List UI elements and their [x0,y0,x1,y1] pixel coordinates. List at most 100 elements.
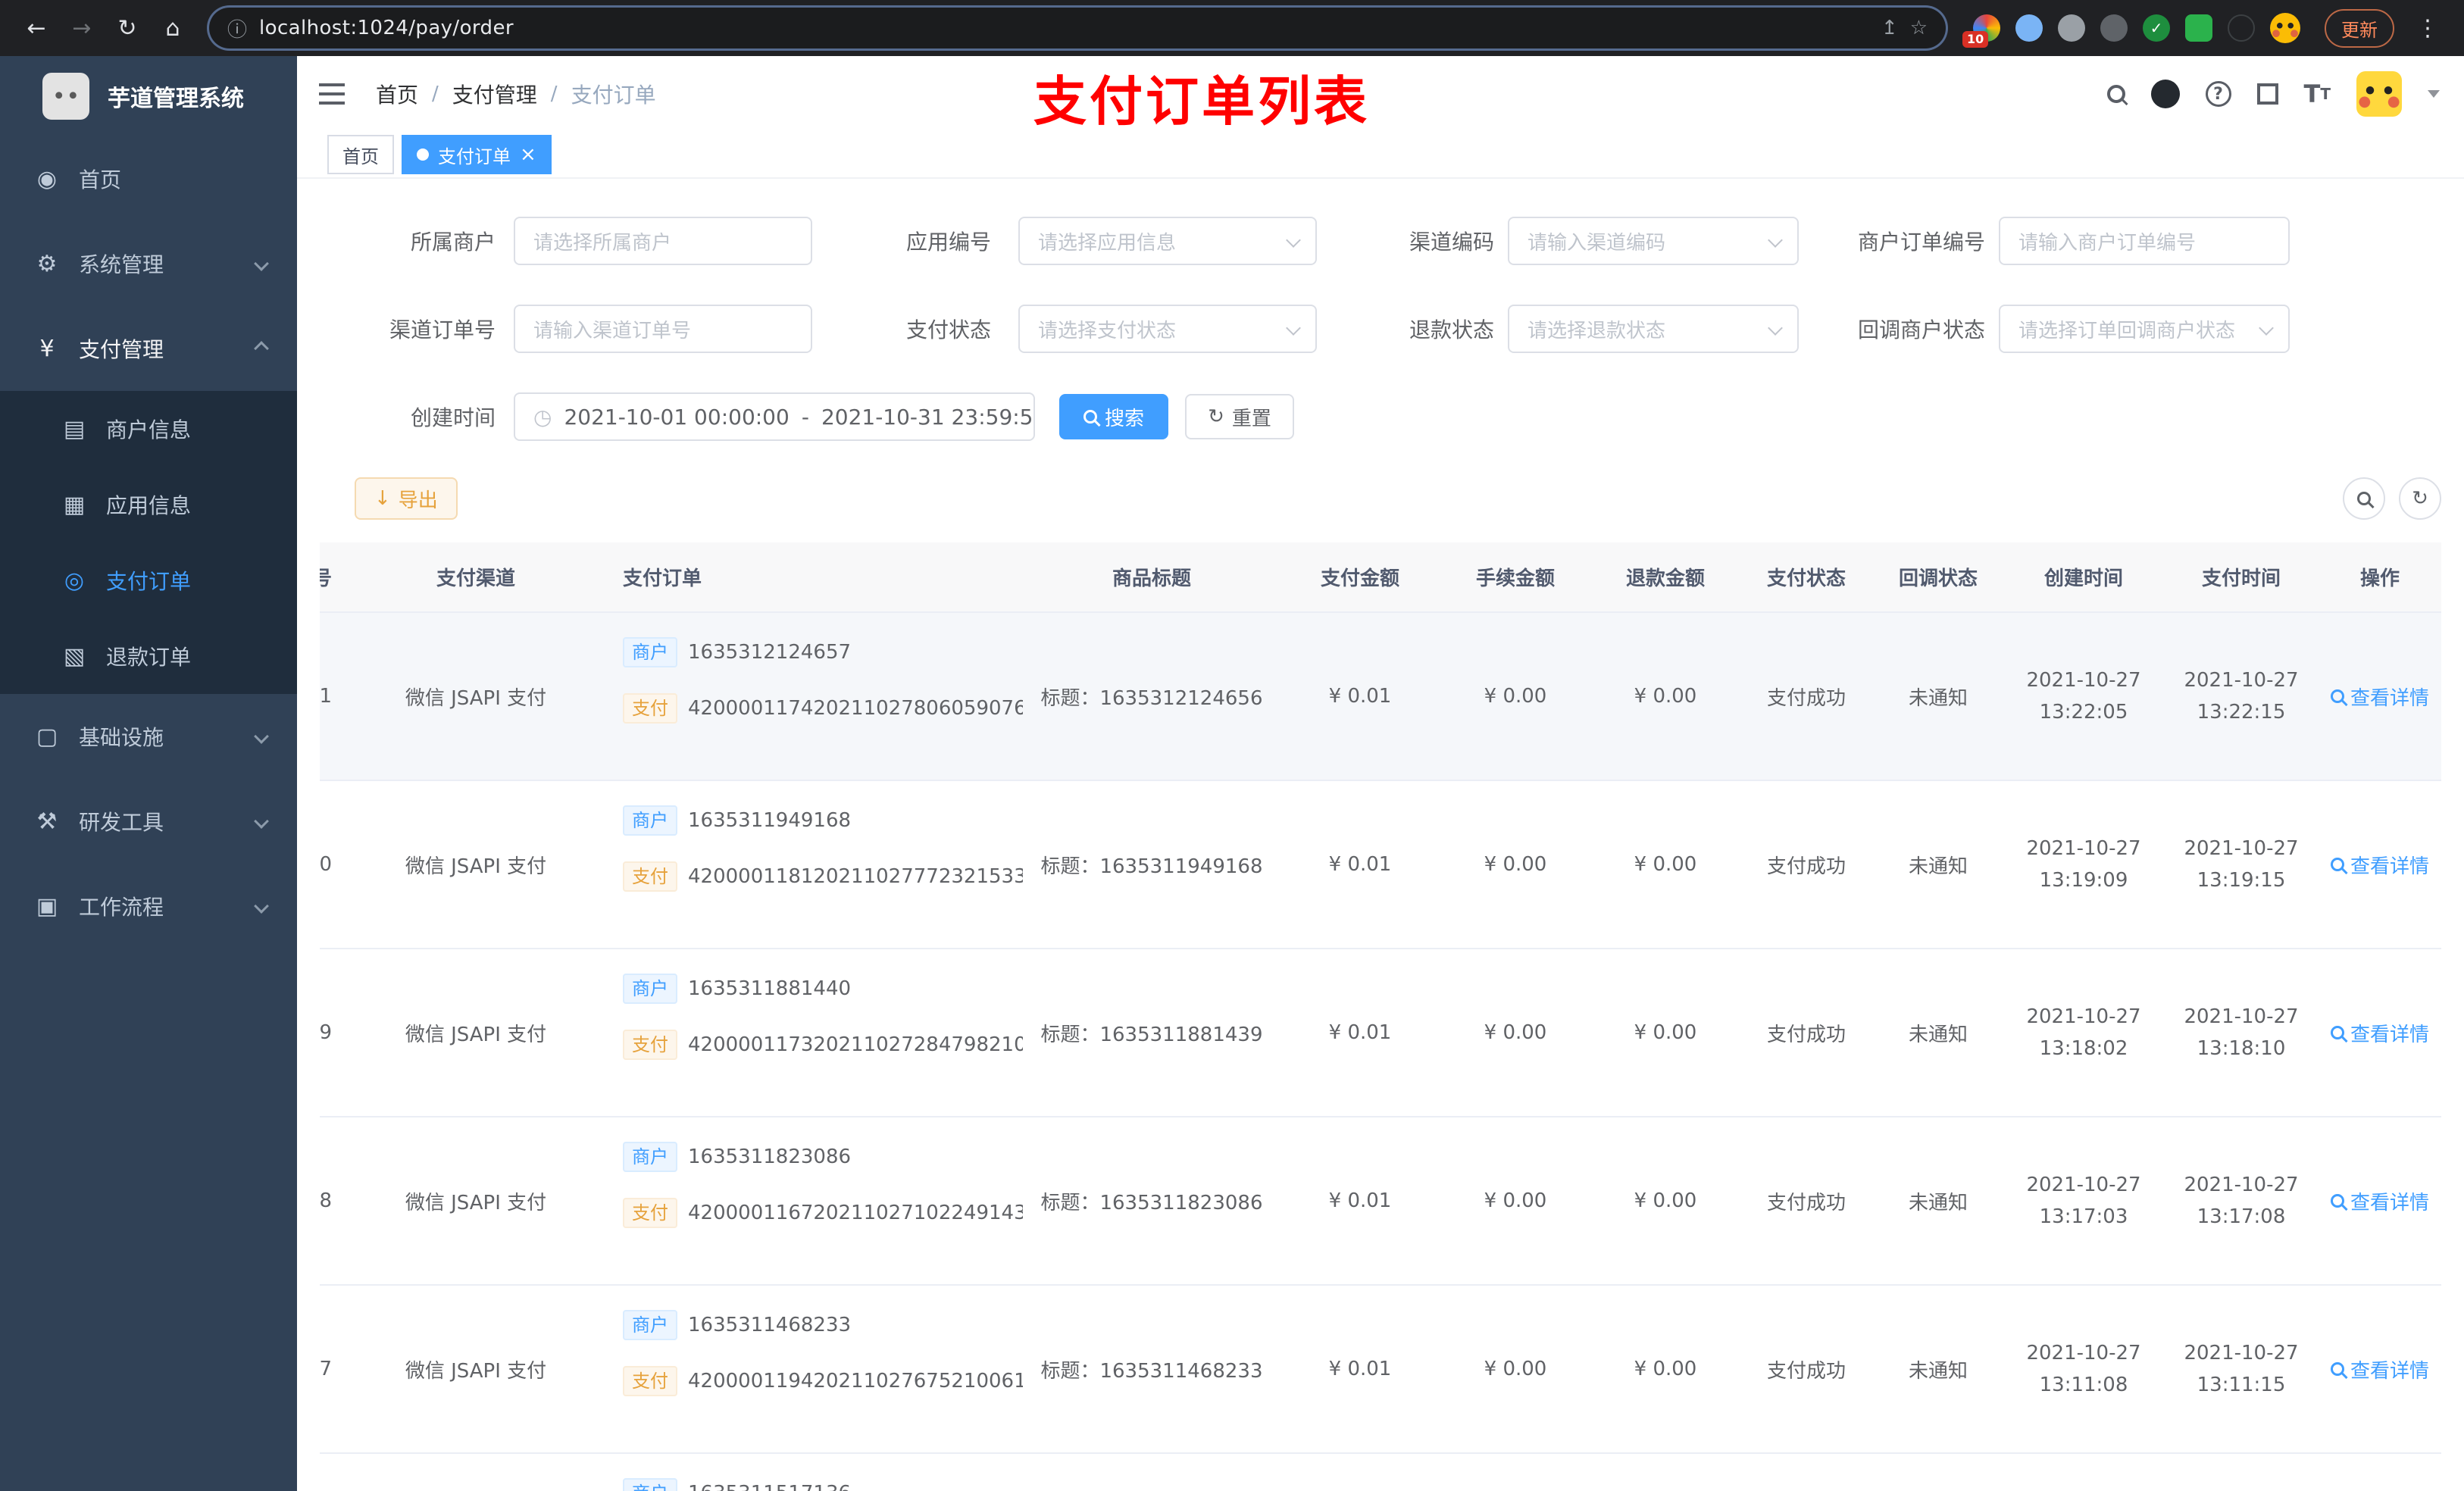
tag-home[interactable]: 首页 [327,135,394,174]
sidebar: 芋道管理系统 ◉ 首页 ⚙ 系统管理 ¥ 支付管理 ▤ 商户信息 ▦ 应用信息 ◎ 支付订单 ▧ 退款订单… [0,56,297,1491]
cell-refund: ¥ 0.00 [1591,780,1740,949]
sidebar-item-工作流程[interactable]: ▣ 工作流程 [0,864,297,949]
update-button[interactable]: 更新 [2325,8,2394,48]
cell-paid: 2021-10-27 13:19:15 [2164,780,2319,949]
site-info-icon[interactable]: ⓘ [227,14,247,42]
cell-channel: 微信 JSAPI 支付 [353,1117,599,1286]
gear-icon: ⚙ [36,250,58,277]
filter-item: 回调商户状态 请选择订单回调商户状态 [1799,305,2290,353]
extension-icon[interactable] [2185,14,2212,42]
home-button[interactable]: ⌂ [152,7,194,49]
view-detail-link[interactable]: 查看详情 [2330,851,2429,879]
navbar-actions: ? TT [2106,71,2440,117]
sidebar-item-支付管理[interactable]: ¥ 支付管理 [0,306,297,391]
pay-status-select[interactable]: 请选择支付状态 [1018,305,1317,353]
sidebar-item-研发工具[interactable]: ⚒ 研发工具 [0,779,297,864]
extension-badge: 10 [1962,31,1989,48]
column-header: 回调状态 [1873,542,2003,613]
cell-refund [1591,1453,1740,1491]
date-end: 2021-10-31 23:59:59 [821,404,1035,430]
toggle-search-button[interactable] [2343,477,2385,520]
sidebar-item-支付订单[interactable]: ◎ 支付订单 [0,542,297,618]
view-detail-link[interactable]: 查看详情 [2330,1019,2429,1047]
collapse-menu-icon[interactable] [297,56,367,132]
cell-fee [1440,1453,1591,1491]
sidebar-item-label: 商户信息 [106,417,192,442]
browser-menu-icon[interactable]: ⋮ [2406,7,2449,49]
filter-row-1: 所属商户 请选择所属商户 应用编号 请选择应用信息 渠道编码 请输入渠道编码 商户订单编号 请… [297,217,2464,265]
merchant-field[interactable]: 请选择所属商户 [514,217,812,265]
back-button[interactable]: ← [15,7,58,49]
pay-tag: 支付 [623,693,677,724]
search-button[interactable]: 搜索 [1059,394,1168,439]
extension-icon[interactable] [2058,14,2085,42]
view-detail-link[interactable]: 查看详情 [2330,683,2429,711]
sidebar-item-商户信息[interactable]: ▤ 商户信息 [0,391,297,467]
reload-button[interactable]: ↻ [106,7,149,49]
export-button[interactable]: ↓ 导出 [355,477,458,520]
notify-status-select[interactable]: 请选择订单回调商户状态 [1999,305,2290,353]
cell-refund: ¥ 0.00 [1591,1285,1740,1454]
forward-button[interactable]: → [61,7,103,49]
app-no-select[interactable]: 请选择应用信息 [1018,217,1317,265]
extension-icon[interactable]: 10 [1962,14,2000,48]
url-bar[interactable]: ⓘ localhost:1024/pay/order ↥ ☆ [209,8,1946,48]
table-header-row: 编号支付渠道支付订单商品标题支付金额手续金额退款金额支付状态回调状态创建时间支付… [320,542,2441,613]
extension-icon[interactable] [2228,14,2255,42]
view-detail-link[interactable]: 查看详情 [2330,1355,2429,1383]
github-icon[interactable] [2150,80,2180,108]
cell-notify: 未通知 [1873,1117,2003,1286]
sidebar-item-label: 支付管理 [79,337,164,362]
profile-avatar[interactable] [2270,13,2300,43]
tag-pay-order[interactable]: 支付订单 × [402,135,552,174]
table-row: 16 商户 1635311517136 [320,1453,2441,1491]
sidebar-item-label: 系统管理 [79,252,164,277]
help-icon[interactable]: ? [2205,81,2231,107]
cell-status: 支付成功 [1740,1117,1873,1286]
annotation-overlay: 支付订单列表 [1033,70,1370,133]
cell-notify: 未通知 [1873,780,2003,949]
merchant-card-icon: ▤ [63,415,86,442]
channel-code-select[interactable]: 请输入渠道编码 [1508,217,1799,265]
dev-tools-icon: ⚒ [36,808,58,835]
column-header: 支付订单 [599,542,1023,613]
cell-notify: 未通知 [1873,612,2003,781]
channel-order-no-input[interactable]: 请输入渠道订单号 [514,305,812,353]
refresh-table-button[interactable]: ↻ [2399,477,2441,520]
user-caret-icon[interactable] [2428,90,2440,98]
placeholder-text: 请输入渠道订单号 [533,319,692,342]
merchant-order-no-input[interactable]: 请输入商户订单编号 [1999,217,2290,265]
breadcrumb-pay-manage[interactable]: 支付管理 [452,79,537,109]
cell-channel: 微信 JSAPI 支付 [353,780,599,949]
pay-tag: 支付 [623,1366,677,1396]
dashboard-icon: ◉ [36,165,58,192]
reset-button[interactable]: ↻ 重置 [1185,394,1294,439]
cell-notify: 未通知 [1873,1285,2003,1454]
breadcrumb-home[interactable]: 首页 [376,79,418,109]
extension-icon[interactable] [2015,14,2043,42]
user-avatar[interactable] [2356,71,2402,117]
view-detail-link[interactable]: 查看详情 [2330,1187,2429,1215]
refund-status-select[interactable]: 请选择退款状态 [1508,305,1799,353]
search-icon[interactable] [2106,85,2125,103]
font-size-icon[interactable]: TT [2304,80,2331,108]
logo[interactable]: 芋道管理系统 [0,56,297,136]
extension-icon[interactable]: ✓ [2143,14,2170,42]
sidebar-item-应用信息[interactable]: ▦ 应用信息 [0,467,297,542]
extension-icon[interactable] [2100,14,2128,42]
sidebar-item-首页[interactable]: ◉ 首页 [0,136,297,221]
close-tab-icon[interactable]: × [520,145,536,164]
filter-item: 应用编号 请选择应用信息 [812,217,1317,265]
sidebar-item-退款订单[interactable]: ▧ 退款订单 [0,618,297,694]
sidebar-item-系统管理[interactable]: ⚙ 系统管理 [0,221,297,306]
date-range-input[interactable]: ◷ 2021-10-01 00:00:00 - 2021-10-31 23:59… [514,392,1035,441]
sidebar-item-基础设施[interactable]: ▢ 基础设施 [0,694,297,779]
filter-label: 应用编号 [905,230,991,255]
column-header: 商品标题 [1023,542,1280,613]
share-icon[interactable]: ↥ [1881,17,1898,39]
bookmark-star-icon[interactable]: ☆ [1910,17,1928,39]
fullscreen-icon[interactable] [2256,83,2278,105]
cell-refund: ¥ 0.00 [1591,949,1740,1117]
merchant-tag: 商户 [623,637,677,667]
cell-refund: ¥ 0.00 [1591,612,1740,781]
